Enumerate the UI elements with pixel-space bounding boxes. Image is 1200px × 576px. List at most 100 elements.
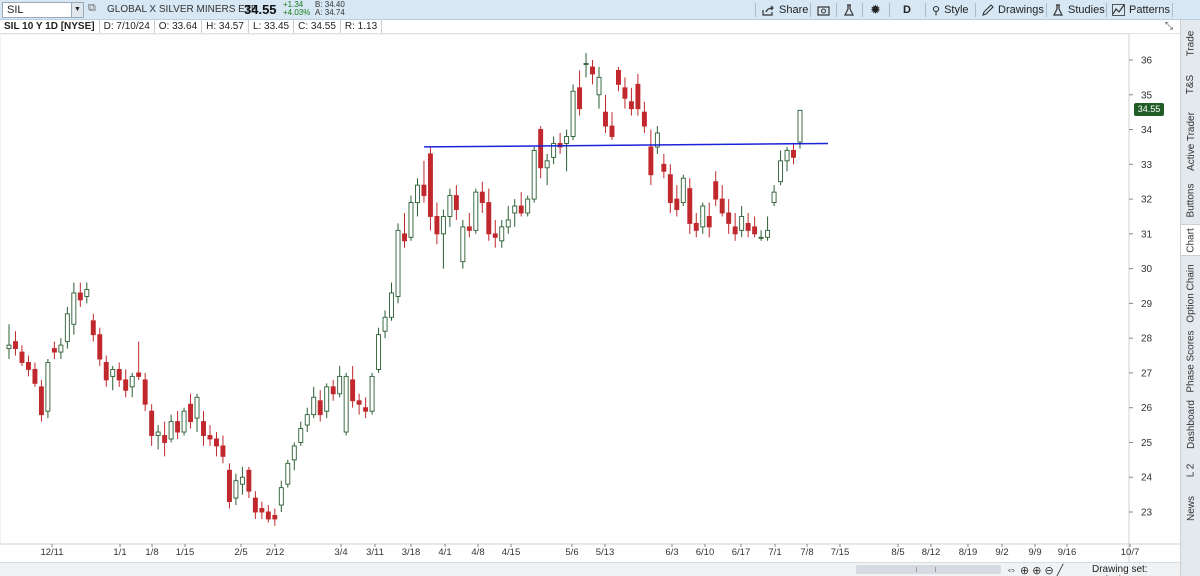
side-tab-trade[interactable]: Trade — [1181, 24, 1200, 62]
x-tick-label: 6/17 — [732, 547, 751, 558]
chevron-down-icon[interactable]: ▼ — [71, 3, 83, 17]
aggregation-button[interactable]: D — [903, 2, 911, 18]
candle-body — [6, 344, 12, 350]
flask-icon — [844, 4, 854, 16]
candle-body — [278, 487, 284, 506]
candle-body — [674, 198, 680, 210]
side-tab-active-trader[interactable]: Active Trader — [1181, 106, 1200, 176]
candle-body — [752, 226, 758, 235]
candle-body — [311, 396, 317, 416]
candle-body — [356, 400, 362, 405]
collapse-icon[interactable]: ⤡ — [1165, 21, 1173, 32]
scrollbar-thumb[interactable] — [916, 567, 936, 572]
candle-body — [667, 174, 673, 204]
aggregation-label: D — [903, 4, 911, 16]
candle-body — [525, 198, 531, 214]
y-tick-label: 35 — [1141, 90, 1153, 101]
side-tab-phase-scores[interactable]: Phase Scores — [1181, 330, 1200, 392]
side-tab-option-chain[interactable]: Option Chain — [1181, 260, 1200, 326]
chart-symbol[interactable]: SIL 10 Y 1D [NYSE] — [0, 20, 100, 33]
candle-body — [706, 216, 712, 228]
horizontal-scrollbar[interactable] — [856, 565, 1001, 574]
bar-close: C: 34.55 — [294, 20, 341, 33]
lab-button[interactable] — [843, 2, 855, 18]
candle-body — [486, 202, 492, 235]
price-chart[interactable]: 23 24 25 26 27 28 29 30 31 32 33 34 35 36 12/11 1/1 1/8 1… — [0, 34, 1180, 562]
candle-body — [13, 341, 18, 350]
drawing-line-icon[interactable]: ╱ — [1057, 564, 1064, 576]
candle-body — [453, 195, 459, 210]
candle-body — [252, 497, 258, 513]
side-tab-label: L 2 — [1185, 463, 1197, 477]
candle-body — [544, 160, 550, 169]
candle-body — [32, 368, 38, 384]
settings-button[interactable]: ✹ — [870, 2, 881, 18]
candle-body — [603, 111, 608, 127]
y-tick-label: 26 — [1141, 403, 1153, 414]
candle-body — [239, 476, 245, 485]
toolbar-divider — [810, 3, 811, 17]
candle-body — [622, 87, 628, 99]
candle-body — [434, 216, 440, 235]
last-price: 34.55 — [244, 2, 277, 17]
camera-icon — [817, 5, 830, 16]
candle-body — [233, 480, 239, 499]
side-tab-dashboard[interactable]: Dashboard — [1181, 396, 1200, 452]
y-tick-label: 36 — [1141, 56, 1153, 67]
x-tick-label: 1/1 — [113, 547, 126, 558]
y-tick-label: 28 — [1141, 334, 1153, 345]
chart-header: SIL 10 Y 1D [NYSE] D: 7/10/24 O: 33.64 H… — [0, 20, 1180, 34]
side-tab-label: Active Trader — [1185, 111, 1197, 171]
candle-body — [577, 87, 583, 110]
y-tick-label: 32 — [1141, 195, 1153, 206]
studies-label: Studies — [1068, 4, 1105, 16]
zoom-in-icon[interactable]: ⊕ — [1032, 564, 1041, 576]
candle-body — [58, 344, 64, 353]
side-tab-t-s[interactable]: T&S — [1181, 66, 1200, 102]
candle-body — [615, 69, 621, 85]
style-button[interactable]: ⚲ Style — [932, 2, 969, 18]
y-tick-label: 34 — [1141, 125, 1153, 136]
candle-body — [369, 375, 375, 412]
side-tab-l-2[interactable]: L 2 — [1181, 456, 1200, 484]
drawing-set-label[interactable]: Drawing set: Default — [1092, 564, 1180, 576]
side-tab-chart[interactable]: Chart — [1181, 224, 1200, 256]
symbol-selector[interactable]: SIL ▼ — [2, 2, 84, 18]
snapshot-button[interactable] — [817, 2, 830, 18]
side-tab-strip: Trade T&S Active Trader Buttons Chart Option … — [1180, 20, 1200, 576]
share-button[interactable]: Share — [762, 2, 808, 18]
candle-body — [25, 362, 31, 370]
drawings-button[interactable]: Drawings — [982, 2, 1044, 18]
toolbar-divider — [1046, 3, 1047, 17]
crosshair-icon[interactable]: ⊕ — [1020, 564, 1029, 576]
candle-body — [116, 368, 122, 381]
candle-body — [719, 198, 725, 214]
candle-body — [466, 226, 472, 231]
candle-body — [518, 205, 524, 214]
candle-body — [791, 149, 796, 158]
pencil-icon — [982, 4, 994, 16]
zoom-out-icon[interactable]: ⊖ — [1044, 564, 1053, 576]
candle-body — [440, 216, 446, 235]
candle-body — [778, 160, 784, 183]
candle-body — [298, 428, 304, 443]
patterns-label: Patterns — [1129, 4, 1170, 16]
toolbar-divider — [1106, 3, 1107, 17]
x-tick-label: 6/3 — [665, 547, 678, 558]
candle-body — [181, 410, 187, 433]
candle-body — [363, 407, 369, 412]
candle-body — [408, 202, 414, 238]
drawings-label: Drawings — [998, 4, 1044, 16]
patterns-button[interactable]: Patterns — [1112, 2, 1170, 18]
candle-body — [700, 205, 706, 228]
x-tick-label: 7/8 — [800, 547, 813, 558]
pan-icon[interactable]: ⇔ — [1006, 564, 1017, 576]
side-tab-label: Phase Scores — [1185, 329, 1197, 393]
side-tab-label: News — [1185, 495, 1197, 521]
link-icon[interactable]: ⧉ — [88, 2, 96, 15]
side-tab-buttons[interactable]: Buttons — [1181, 180, 1200, 220]
symbol-input[interactable]: SIL — [3, 4, 71, 16]
candle-body — [479, 191, 485, 204]
side-tab-news[interactable]: News — [1181, 488, 1200, 528]
studies-button[interactable]: Studies — [1052, 2, 1105, 18]
